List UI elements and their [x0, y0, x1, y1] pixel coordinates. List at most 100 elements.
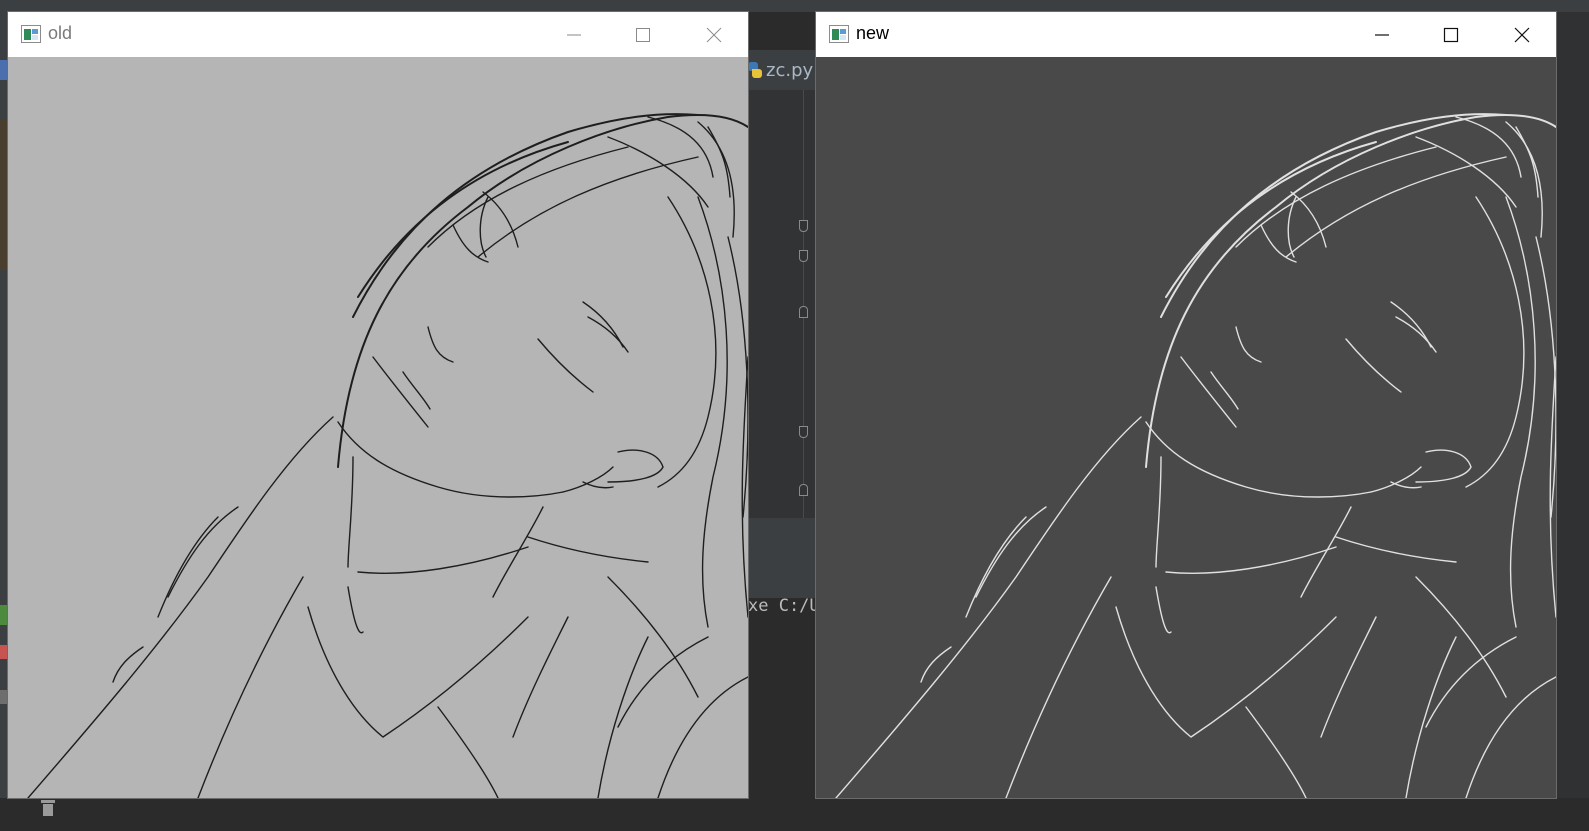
- sketch-stroke: [582, 301, 624, 348]
- sketch-stroke: [607, 136, 709, 208]
- sketch-stroke: [337, 421, 564, 498]
- window-title: old: [48, 23, 73, 43]
- window-app-icon: [829, 25, 849, 43]
- sketch-stroke: [427, 326, 454, 363]
- sketch-stroke: [587, 316, 629, 353]
- layout-icon[interactable]: [0, 690, 8, 704]
- sketch-stroke: [1395, 316, 1437, 353]
- minimize-icon: [567, 34, 581, 35]
- sketch-stroke: [1320, 616, 1377, 738]
- close-icon: [706, 27, 722, 42]
- window-titlebar[interactable]: old: [8, 12, 748, 57]
- sketch-stroke: [492, 506, 544, 598]
- maximize-icon: [1443, 27, 1459, 42]
- sketch-stroke: [1425, 636, 1517, 728]
- sketch-stroke: [1165, 546, 1337, 574]
- ide-top-bar: [0, 0, 1589, 12]
- sketch-stroke: [1415, 576, 1507, 698]
- editor-tab-label: zc.py: [766, 59, 814, 81]
- sketch-stroke: [112, 646, 144, 683]
- sketch-stroke: [512, 616, 569, 738]
- console-output: xe C:/U: [748, 596, 820, 616]
- sketch-stroke: [527, 536, 649, 563]
- sketch-stroke: [1005, 576, 1112, 798]
- sketch-stroke: [337, 114, 748, 468]
- close-icon: [1514, 27, 1530, 42]
- sketch-stroke: [1155, 586, 1172, 634]
- sketch-stroke: [1415, 136, 1517, 208]
- close-button[interactable]: [1488, 12, 1556, 57]
- fold-icon[interactable]: [799, 250, 808, 262]
- ide-bottom-bar: [0, 798, 1589, 831]
- sketch-stroke: [1300, 506, 1352, 598]
- minimize-icon: [1375, 33, 1389, 36]
- minimize-button[interactable]: [540, 12, 608, 57]
- sketch-stroke: [1165, 141, 1377, 298]
- sketch-stroke: [697, 196, 728, 628]
- sketch-stroke: [437, 706, 499, 798]
- sketch-stroke: [402, 371, 431, 410]
- sketch-stroke: [427, 146, 629, 248]
- sketch-stroke: [1160, 113, 1507, 318]
- sketch-stroke: [352, 113, 699, 318]
- image-canvas-new: [816, 57, 1556, 798]
- sketch-stroke: [197, 576, 304, 798]
- python-file-icon: [748, 62, 762, 78]
- line-sketch-image: [27, 113, 748, 798]
- window-app-icon: [21, 25, 41, 43]
- maximize-button[interactable]: [609, 12, 677, 57]
- sketch-stroke: [1210, 371, 1239, 410]
- close-button[interactable]: [680, 12, 748, 57]
- sketch-stroke: [607, 576, 699, 698]
- run-panel-header: [748, 554, 816, 598]
- panel-splitter: [748, 518, 816, 554]
- ide-right-strip: [1556, 12, 1589, 798]
- sketch-stroke: [920, 646, 952, 683]
- sketch-stroke: [1415, 449, 1472, 483]
- sketch-stroke: [1235, 326, 1262, 363]
- trash-icon[interactable]: [40, 800, 56, 816]
- sketch-stroke: [452, 224, 489, 263]
- sketch-stroke: [1285, 156, 1507, 258]
- sketch-stroke: [1245, 706, 1307, 798]
- sketch-stroke: [607, 449, 664, 483]
- sketch-stroke: [357, 141, 569, 298]
- editor-gutter: [748, 90, 816, 518]
- sketch-stroke: [1535, 236, 1556, 518]
- sketch-stroke: [657, 196, 717, 488]
- sketch-stroke: [1235, 146, 1437, 248]
- sketch-stroke: [1465, 676, 1556, 798]
- sketch-stroke: [372, 356, 429, 428]
- line-sketch-image: [835, 113, 1556, 798]
- sketch-stroke: [1335, 536, 1457, 563]
- window-old: old: [8, 12, 748, 798]
- sketch-stroke: [1145, 114, 1556, 468]
- gutter-divider: [803, 90, 804, 518]
- sketch-stroke: [1180, 356, 1237, 428]
- sketch-stroke: [1390, 301, 1432, 348]
- fold-icon[interactable]: [799, 484, 808, 496]
- sketch-stroke: [1155, 456, 1162, 568]
- sketch-stroke: [307, 606, 529, 738]
- image-canvas-old: [8, 57, 748, 798]
- window-titlebar[interactable]: new: [816, 12, 1556, 57]
- fold-icon[interactable]: [799, 220, 808, 232]
- sketch-stroke: [537, 338, 594, 393]
- sketch-stroke: [835, 416, 1142, 798]
- fold-icon[interactable]: [799, 306, 808, 318]
- sketch-stroke: [1260, 224, 1297, 263]
- window-new: new: [816, 12, 1556, 798]
- maximize-button[interactable]: [1417, 12, 1485, 57]
- sketch-stroke: [1145, 421, 1372, 498]
- editor-tab-zc-py[interactable]: zc.py: [748, 58, 813, 82]
- maximize-icon: [636, 27, 650, 42]
- fold-icon[interactable]: [799, 426, 808, 438]
- minimize-button[interactable]: [1348, 12, 1416, 57]
- rerun-icon[interactable]: [0, 605, 8, 625]
- sketch-stroke: [347, 456, 354, 568]
- sketch-stroke: [727, 236, 748, 518]
- window-title: new: [856, 23, 890, 43]
- sketch-stroke: [657, 676, 748, 798]
- sketch-stroke: [357, 546, 529, 574]
- stop-icon[interactable]: [0, 645, 8, 659]
